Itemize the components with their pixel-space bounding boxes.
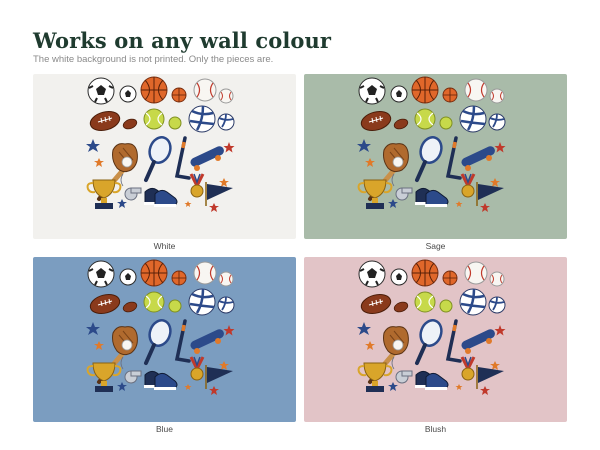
panel-caption-white: White bbox=[153, 241, 176, 251]
sports-artwork bbox=[33, 257, 296, 422]
sports-artwork bbox=[304, 74, 567, 239]
preview-panel-blush bbox=[304, 257, 567, 422]
panel-caption-blue: Blue bbox=[155, 424, 173, 434]
panel-caption-sage: Sage bbox=[425, 241, 446, 251]
preview-panel-blue bbox=[33, 257, 296, 422]
preview-panel-sage bbox=[304, 74, 567, 239]
page-title: Works on any wall colour bbox=[33, 28, 332, 53]
page-subtitle: The white background is not printed. Onl… bbox=[33, 54, 274, 65]
panel-caption-blush: Blush bbox=[424, 424, 447, 434]
preview-panel-white bbox=[33, 74, 296, 239]
sports-artwork bbox=[304, 257, 567, 422]
sports-artwork bbox=[33, 74, 296, 239]
